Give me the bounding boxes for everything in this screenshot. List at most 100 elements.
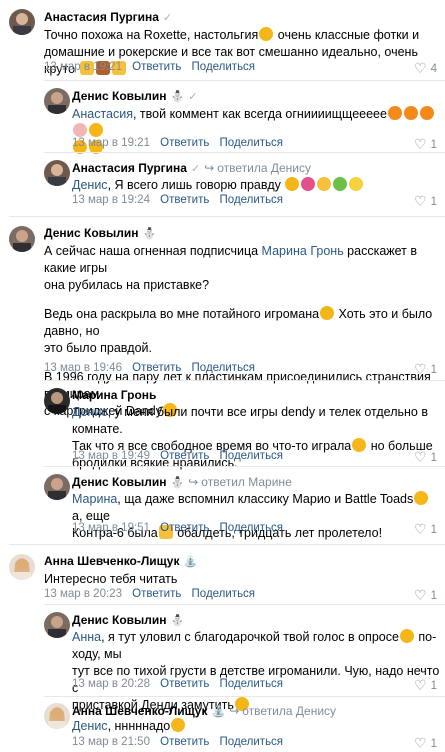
comment-date[interactable]: 13 мар в 19:51 (72, 522, 150, 534)
comment-7: Анна Шевченко-Лищук ⛲ Интересно тебя чит… (0, 544, 445, 604)
laughing-emoji-icon (352, 438, 367, 452)
like-button[interactable]: ♡ 1 (414, 449, 437, 466)
author-name[interactable]: Марина Гронь (72, 388, 156, 402)
author-name[interactable]: Денис Ковылин (72, 613, 167, 627)
heart-icon: ♡ (414, 587, 427, 603)
author-name[interactable]: Анастасия Пургина (72, 161, 187, 175)
comment-date[interactable]: 13 мар в 19:21 (72, 137, 150, 149)
author-name[interactable]: Денис Ковылин (72, 89, 167, 103)
comment-meta: 13 мар в 21:50 Ответить Поделиться (72, 736, 283, 748)
mention-link[interactable]: Марина Гронь (262, 244, 344, 258)
like-button[interactable]: ♡ 1 (414, 361, 437, 378)
tulip-emoji-icon (301, 177, 316, 191)
comment-text: Анастасия, твой коммент как всегда огнии… (72, 106, 437, 157)
comment-author: Денис Ковылин ⛄ (44, 226, 156, 240)
share-button[interactable]: Поделиться (220, 450, 284, 462)
divider (9, 544, 445, 545)
heart-icon: ♡ (414, 735, 427, 751)
share-button[interactable]: Поделиться (192, 588, 256, 600)
divider (44, 152, 445, 153)
share-button[interactable]: Поделиться (220, 194, 284, 206)
avatar[interactable] (44, 388, 70, 414)
reply-button[interactable]: Ответить (132, 61, 181, 73)
share-button[interactable]: Поделиться (220, 736, 284, 748)
divider (44, 604, 445, 605)
comment-meta: 13 мар в 19:49 Ответить Поделиться (72, 450, 283, 462)
comment-date[interactable]: 13 мар в 19:21 (44, 61, 122, 73)
comment-author: Денис Ковылин ⛄ ↪ ответил Марине (72, 475, 292, 489)
share-button[interactable]: Поделиться (192, 362, 256, 374)
like-count: 1 (430, 589, 437, 602)
reply-to-label: ↪ ответила Денису (229, 704, 337, 718)
verified-check-icon: ✓ (188, 90, 198, 103)
comment-author: Анна Шевченко-Лищук ⛲ ↪ ответила Денису (72, 704, 336, 718)
author-name[interactable]: Анастасия Пургина (44, 10, 159, 24)
like-count: 1 (430, 195, 437, 208)
divider (9, 216, 445, 217)
reply-button[interactable]: Ответить (132, 362, 181, 374)
divider (44, 466, 445, 467)
like-button[interactable]: ♡ 1 (414, 735, 437, 752)
share-button[interactable]: Поделиться (220, 678, 284, 690)
mention-link[interactable]: Денис (72, 178, 108, 192)
avatar[interactable] (44, 160, 70, 186)
share-button[interactable]: Поделиться (192, 61, 256, 73)
avatar[interactable] (44, 703, 70, 729)
comment-date[interactable]: 13 мар в 20:28 (72, 678, 150, 690)
mention-link[interactable]: Марина (72, 492, 117, 506)
avatar[interactable] (44, 88, 70, 114)
mention-link[interactable]: Анастасия (72, 107, 133, 121)
like-count: 1 (430, 679, 437, 692)
comment-date[interactable]: 13 мар в 21:50 (72, 736, 150, 748)
heart-icon: ♡ (414, 449, 427, 465)
comment-6: Денис Ковылин ⛄ ↪ ответил Марине Марина, … (0, 466, 445, 540)
mention-link[interactable]: Денис (72, 719, 108, 733)
reply-button[interactable]: Ответить (160, 450, 209, 462)
reply-button[interactable]: Ответить (160, 137, 209, 149)
author-name[interactable]: Анна Шевченко-Лищук (44, 554, 180, 568)
like-button[interactable]: ♡ 4 (414, 60, 437, 77)
mention-link[interactable]: Анна (72, 630, 101, 644)
reply-to-label: ↪ ответил Марине (188, 475, 292, 489)
avatar[interactable] (9, 226, 35, 252)
comment-author: Марина Гронь (72, 388, 156, 402)
comment-date[interactable]: 13 мар в 19:46 (44, 362, 122, 374)
comment-9: Анна Шевченко-Лищук ⛲ ↪ ответила Денису Д… (0, 696, 445, 752)
mention-link[interactable]: Денис (72, 405, 108, 419)
share-button[interactable]: Поделиться (220, 137, 284, 149)
comment-meta: 13 мар в 19:21 Ответить Поделиться (72, 137, 283, 149)
badge-icon: ⛄ (170, 614, 185, 627)
like-button[interactable]: ♡ 1 (414, 587, 437, 604)
avatar[interactable] (44, 474, 70, 500)
comment-text: Интересно тебя читать (44, 572, 178, 586)
comment-8: Денис Ковылин ⛄ Анна, я тут уловил с бла… (0, 604, 445, 712)
smile-emoji-icon (399, 629, 414, 643)
comment-meta: 13 мар в 19:51 Ответить Поделиться (72, 522, 283, 534)
reply-button[interactable]: Ответить (160, 736, 209, 748)
author-name[interactable]: Денис Ковылин (44, 226, 139, 240)
avatar[interactable] (9, 9, 35, 35)
avatar[interactable] (9, 554, 35, 580)
reply-button[interactable]: Ответить (160, 194, 209, 206)
author-name[interactable]: Денис Ковылин (72, 475, 167, 489)
heart-emoji-icon (73, 123, 87, 137)
badge-icon: ⛄ (170, 90, 185, 103)
reply-button[interactable]: Ответить (160, 522, 209, 534)
like-button[interactable]: ♡ 1 (414, 193, 437, 210)
like-button[interactable]: ♡ 1 (414, 677, 437, 694)
comment-text: Денис, Я всего лишь говорю правду (72, 177, 437, 194)
share-button[interactable]: Поделиться (220, 522, 284, 534)
author-name[interactable]: Анна Шевченко-Лищук (72, 704, 208, 718)
smile-emoji-icon (285, 177, 300, 191)
comment-meta: 13 мар в 20:28 Ответить Поделиться (72, 678, 283, 690)
like-count: 1 (430, 363, 437, 376)
like-button[interactable]: ♡ 1 (414, 136, 437, 153)
reply-button[interactable]: Ответить (160, 678, 209, 690)
sunflower-emoji-icon (317, 177, 332, 191)
reply-button[interactable]: Ответить (132, 588, 181, 600)
like-button[interactable]: ♡ 1 (414, 521, 437, 538)
comment-date[interactable]: 13 мар в 19:24 (72, 194, 150, 206)
comment-date[interactable]: 13 мар в 19:49 (72, 450, 150, 462)
comment-date[interactable]: 13 мар в 20:23 (44, 588, 122, 600)
avatar[interactable] (44, 612, 70, 638)
